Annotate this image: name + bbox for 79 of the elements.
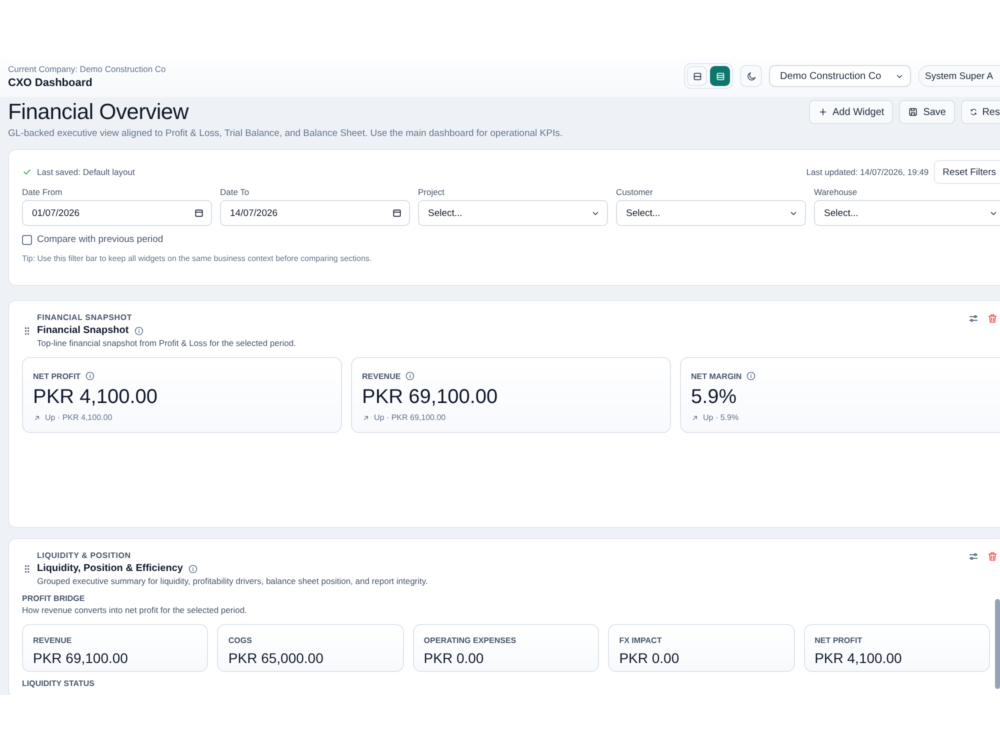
field-label: Date From [22,187,64,197]
saved-status: Last saved: Default layout [37,167,135,177]
info-icon [188,564,198,574]
refresh-icon [970,107,978,117]
calendar-icon [194,208,204,218]
section-description: Top-line financial snapshot from Profit & Loss for the selected period. [37,338,296,348]
kpi-label: REVENUE [362,372,401,380]
info-icon [84,371,95,381]
save-icon [908,107,918,117]
last-updated: Last updated: 14/07/2026, 19:49 [806,167,929,177]
app-title: CXO Dashboard [8,76,94,88]
metric-label: OPERATING EXPENSES [424,636,518,645]
trend-up-icon [362,414,370,422]
info-icon [746,371,756,381]
date-field[interactable]: 14/07/2026 [220,200,410,226]
page-title: Financial Overview [8,99,190,125]
kpi-value: 5.9% [691,386,738,409]
metric-label: REVENUE [33,636,73,645]
metric-value: PKR 0.00 [619,650,680,666]
group-title: PROFIT BRIDGE [22,594,86,603]
layout-button[interactable] [710,66,730,86]
trend-up-icon [691,414,699,422]
metric-value: PKR 0.00 [424,650,485,666]
user-menu[interactable]: System Super A [918,65,1000,87]
kpi-value: PKR 69,100.00 [362,386,499,409]
kpi-trend: Up · PKR 69,100.00 [374,413,446,422]
drag-handle-icon [22,326,32,336]
kpi-value: PKR 4,100.00 [33,386,159,409]
compare-checkbox[interactable] [22,234,32,244]
trash-icon [987,551,998,562]
select-field[interactable]: Select... [814,200,1000,226]
section-eyebrow: FINANCIAL SNAPSHOT [37,313,134,322]
field-label: Date To [220,187,250,197]
calendar-icon [392,208,402,218]
field-label: Customer [616,187,654,197]
kpi-trend: Up · PKR 4,100.00 [45,413,112,422]
company-select[interactable]: Demo Construction Co [769,65,911,87]
sliders-icon [968,313,979,324]
page-subtitle: GL-backed executive view aligned to Profit & Loss, Trial Balance, and Balance Sheet. Use the main dashboard for operational KPIs. [8,128,562,139]
save-button[interactable]: Save [899,100,955,124]
reset-button[interactable]: Res [961,100,1000,124]
theme-button[interactable] [740,65,762,87]
kpi-label: NET PROFIT [33,372,81,380]
scrollbar[interactable] [995,599,1000,689]
kpi-label: NET MARGIN [691,372,742,380]
metric-label: FX IMPACT [619,636,663,645]
filter-tip: Tip: Use this filter bar to keep all widgets on the same business context before comparing sections. [22,254,373,263]
checkbox-label: Compare with previous period [37,234,164,245]
add-button[interactable]: Add Widget [808,100,894,124]
select-field[interactable]: Select... [616,200,806,226]
info-icon [134,326,144,336]
section-title: Liquidity, Position & Efficiency [37,563,183,574]
reset-filters-button[interactable]: Reset Filters [934,160,1000,184]
moon-icon [746,70,756,82]
info-icon [404,371,415,381]
section-description: Grouped executive summary for liquidity, profitability drivers, balance sheet position, and report integrity. [37,576,428,586]
check-icon [22,167,32,177]
plus-icon [818,107,828,117]
section-title: Financial Snapshot [37,325,129,336]
layout-icon [692,70,702,82]
list-layout-icon [714,70,726,82]
section-eyebrow: LIQUIDITY & POSITION [37,551,132,560]
field-label: Warehouse [814,187,858,197]
trend-up-icon [33,414,41,422]
current-company-label: Current Company: Demo Construction Co [8,64,166,74]
metric-label: NET PROFIT [814,636,864,645]
metric-label: COGS [228,636,253,645]
field-label: Project [418,187,446,197]
trash-icon [987,313,998,324]
metric-value: PKR 4,100.00 [814,650,903,666]
drag-handle-icon [22,564,32,574]
kpi-trend: Up · 5.9% [703,413,739,422]
select-field[interactable]: Select... [418,200,608,226]
group-title: LIQUIDITY STATUS [22,679,96,688]
group-description: How revenue converts into net profit for the selected period. [22,605,248,615]
metric-value: PKR 69,100.00 [33,650,129,666]
metric-value: PKR 65,000.00 [228,650,324,666]
sliders-icon [968,551,979,562]
date-field[interactable]: 01/07/2026 [22,200,212,226]
